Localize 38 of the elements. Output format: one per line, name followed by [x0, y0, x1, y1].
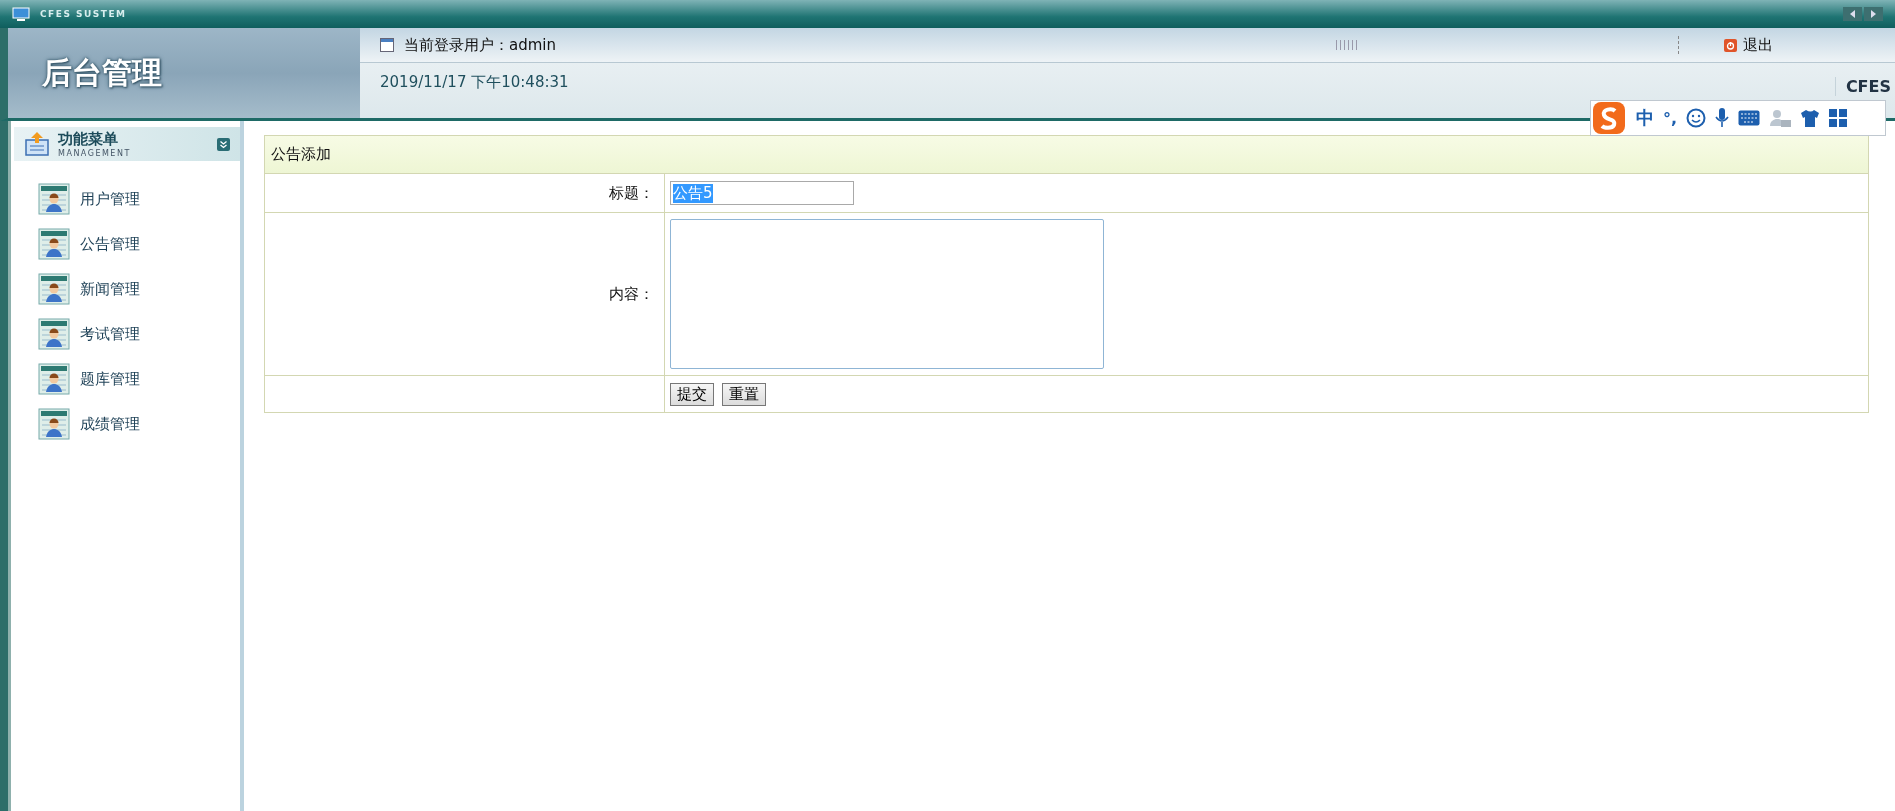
shirt-icon[interactable]: [1800, 109, 1821, 127]
punctuation-mode-text[interactable]: °,: [1663, 108, 1678, 128]
window-icon: [380, 38, 394, 52]
menu-title: 功能菜单: [58, 130, 119, 149]
user-list-icon: [38, 183, 70, 215]
menu-item[interactable]: 考试管理: [80, 324, 140, 344]
monitor-icon: [12, 6, 30, 22]
form-title: 公告添加: [271, 145, 331, 164]
logout-link[interactable]: 退出: [1743, 35, 1773, 55]
menu-item[interactable]: 公告管理: [80, 234, 140, 254]
form-button[interactable]: 提交: [670, 382, 714, 406]
current-user-label: 当前登录用户：admin: [404, 35, 556, 55]
window-title: CFES SUSTEM: [40, 9, 127, 19]
power-icon: [1724, 38, 1737, 52]
user-list-icon: [38, 318, 70, 350]
form-button[interactable]: 重置: [722, 382, 766, 406]
input-mode-text[interactable]: 中: [1636, 106, 1654, 130]
microphone-icon[interactable]: [1715, 108, 1730, 128]
menu-subtitle: MANAGEMENT: [58, 149, 131, 158]
menu-item[interactable]: 题库管理: [80, 369, 140, 389]
brand-text: CFES: [1834, 77, 1895, 96]
collapse-icon[interactable]: [217, 137, 230, 151]
user-list-icon: [38, 363, 70, 395]
logo-text: 后台管理: [42, 53, 162, 92]
user-list-icon: [38, 408, 70, 440]
scroll-arrows-icon[interactable]: [1843, 7, 1883, 21]
menu-item[interactable]: 成绩管理: [80, 414, 140, 434]
smiley-icon[interactable]: [1686, 108, 1707, 128]
menu-item[interactable]: 用户管理: [80, 189, 140, 209]
keyboard-icon[interactable]: [1738, 110, 1761, 126]
user-list-icon: [38, 228, 70, 260]
datetime-text: 2019/11/17 下午10:48:31: [380, 73, 569, 92]
field-label: 标题：: [609, 183, 654, 203]
grid-icon[interactable]: [1829, 109, 1848, 127]
field-label: 内容：: [609, 284, 654, 304]
menu-item[interactable]: 新闻管理: [80, 279, 140, 299]
menu-upload-icon: [24, 131, 50, 157]
user-list-icon: [38, 273, 70, 305]
